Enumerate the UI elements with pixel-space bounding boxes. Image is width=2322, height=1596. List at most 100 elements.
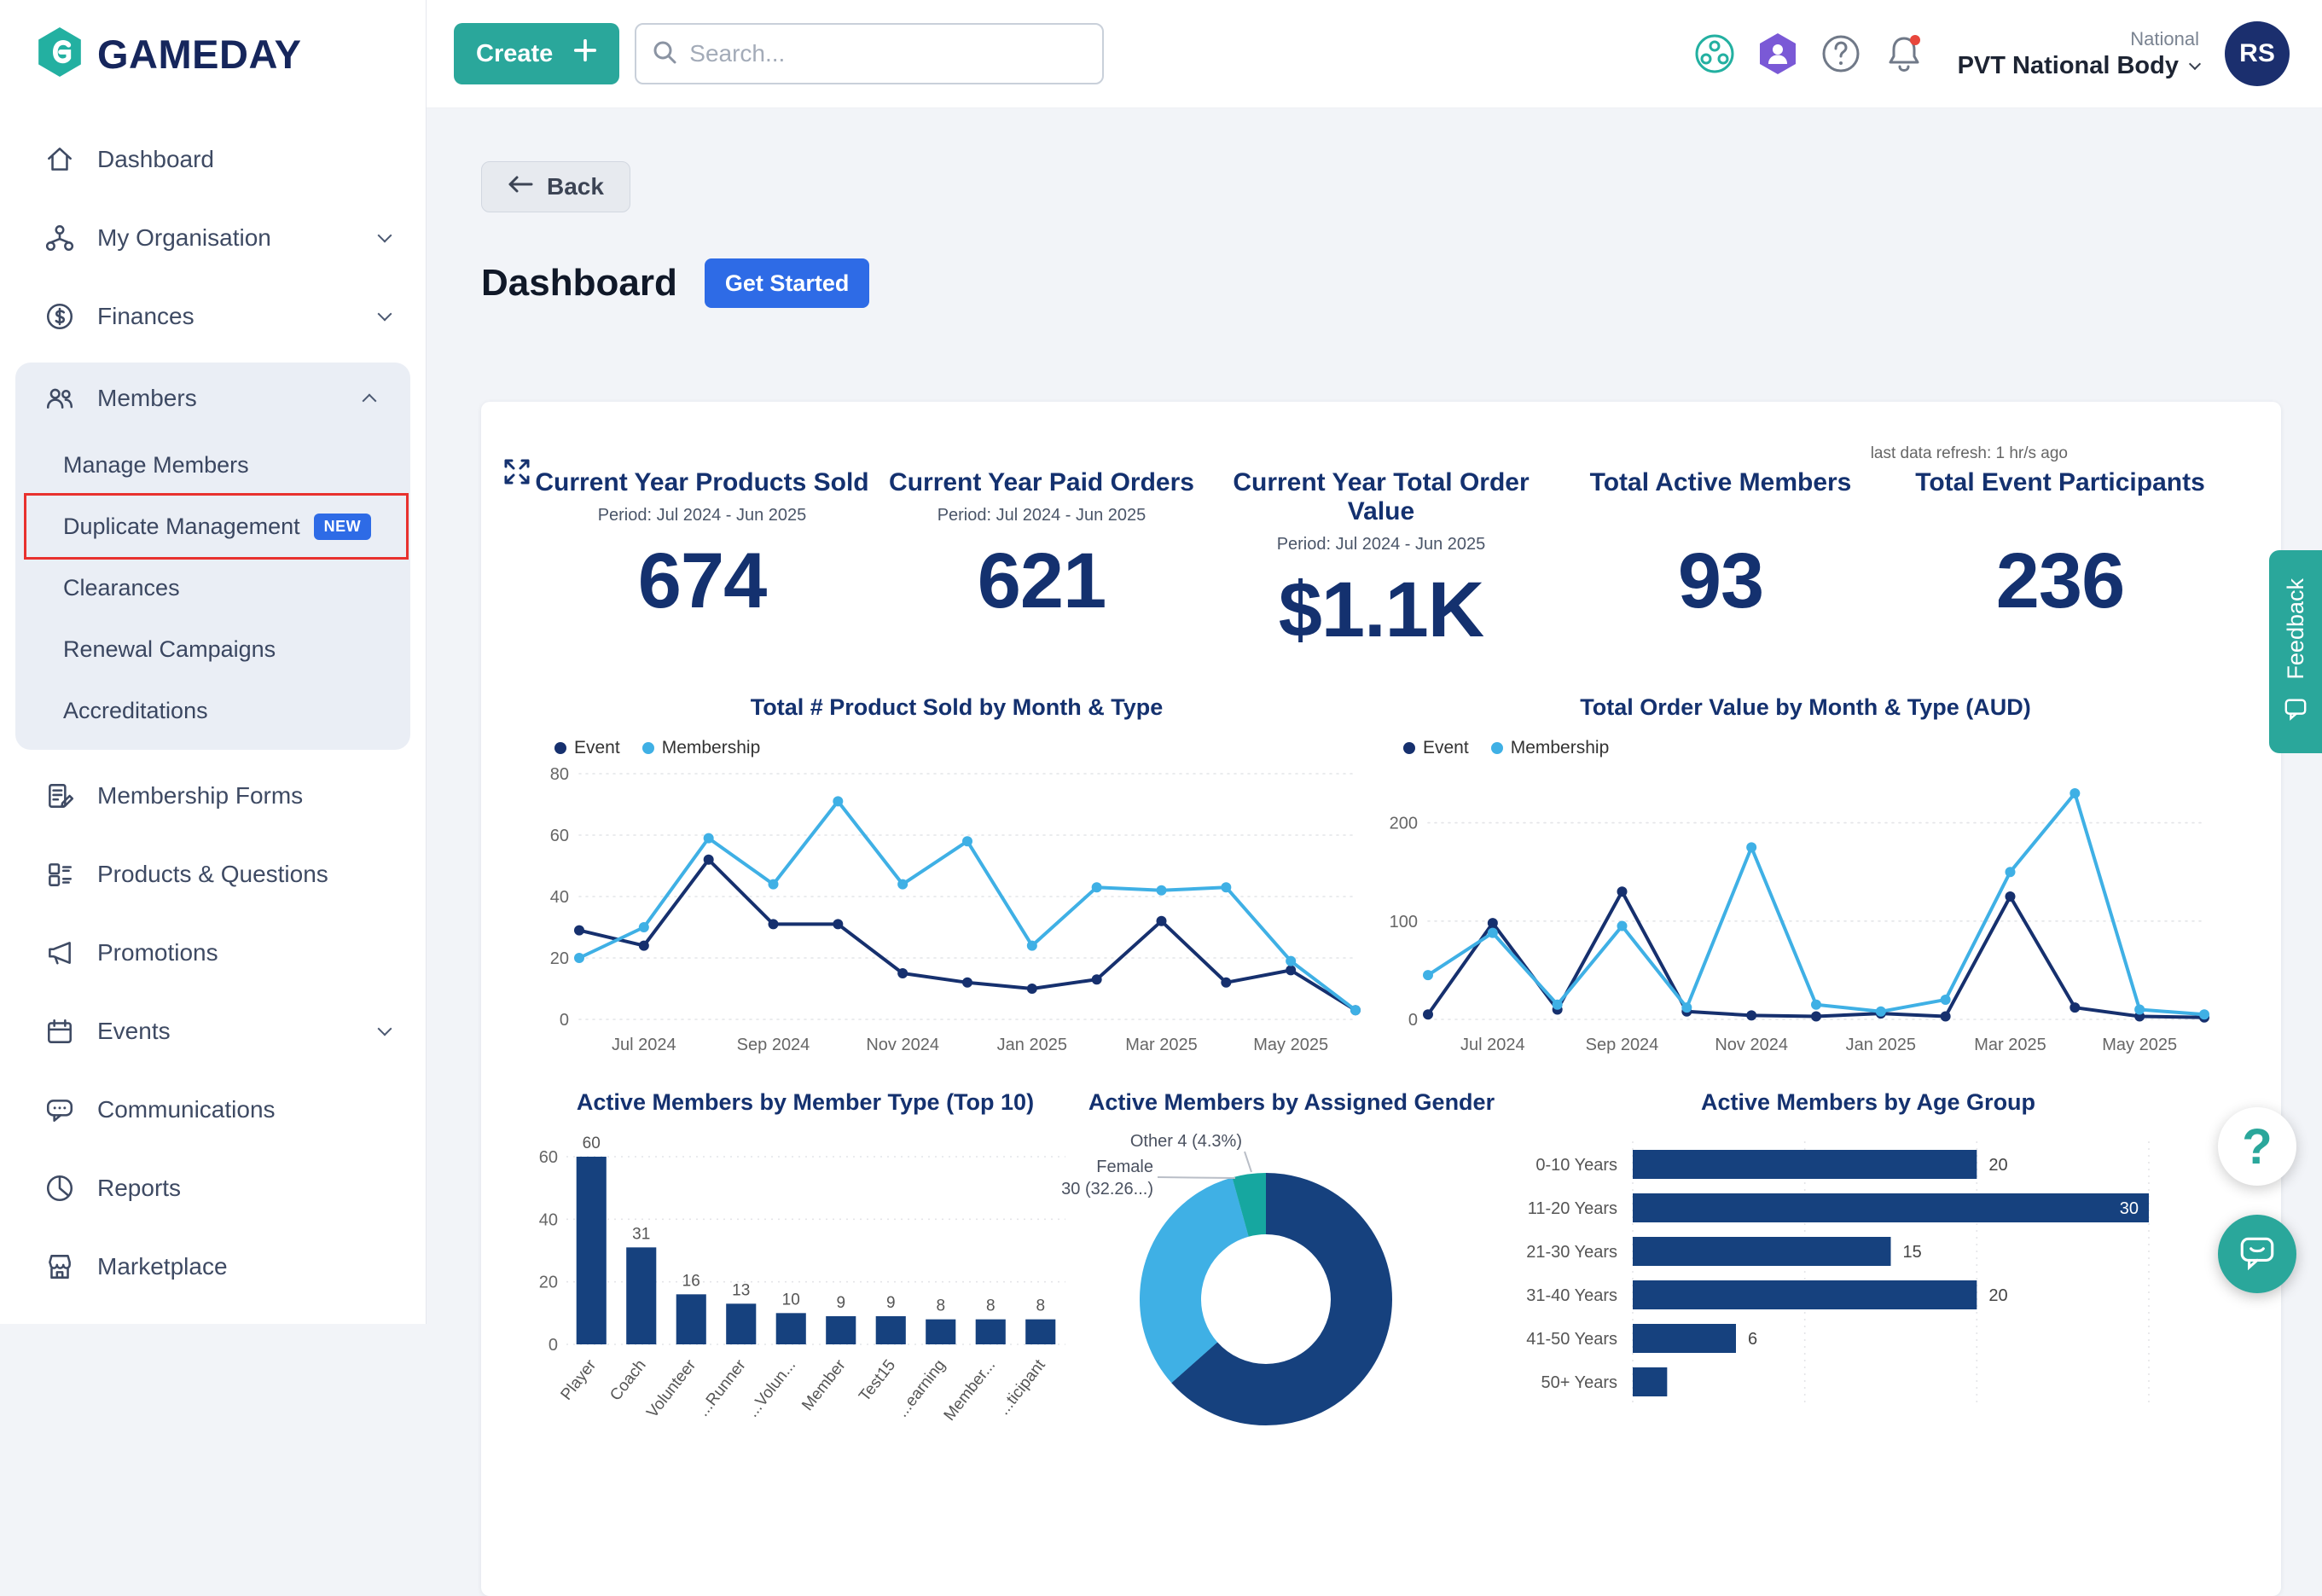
svg-text:0: 0 [1408,1011,1418,1030]
kpi-paid-orders: Current Year Paid Orders Period: Jul 202… [872,468,1211,655]
legend-dot [642,742,654,754]
svg-text:8: 8 [1036,1297,1045,1315]
gender-chart-box: Active Members by Assigned Gender Other … [1078,1089,1505,1423]
legend-item-membership: Membership [642,738,761,758]
legend-item-event: Event [554,738,620,758]
help-icon[interactable] [1818,31,1864,77]
svg-text:20: 20 [1988,1286,2007,1305]
create-button[interactable]: Create [454,23,619,84]
chart-title: Total # Product Sold by Month & Type [532,694,1381,721]
sidebar-item-communications[interactable]: Communications [0,1071,426,1149]
gender-donut-chart: Other 4 (4.3%)Female30 (32.26...) [1078,1124,1505,1423]
sidebar-item-renewal-campaigns[interactable]: Renewal Campaigns [15,618,410,680]
sub-item-label: Accreditations [63,698,208,724]
network-icon[interactable] [1692,31,1738,77]
sidebar-item-membership-forms[interactable]: Membership Forms [0,757,426,835]
kpi-title: Total Active Members [1551,468,1890,497]
sidebar-item-dashboard[interactable]: Dashboard [0,120,426,199]
svg-text:20: 20 [550,949,569,968]
svg-text:May 2025: May 2025 [1253,1036,1328,1054]
sidebar-item-label: Events [97,1018,171,1045]
svg-text:Jan 2025: Jan 2025 [1846,1036,1916,1054]
svg-text:20: 20 [539,1274,558,1292]
dashboard-card: last data refresh: 1 hr/s ago Current Ye… [481,402,2281,1596]
kpi-active-members: Total Active Members 93 [1551,468,1890,655]
help-fab-button[interactable]: ? [2218,1107,2296,1186]
sidebar-item-events[interactable]: Events [0,992,426,1071]
sidebar-item-manage-members[interactable]: Manage Members [15,434,410,496]
svg-text:60: 60 [550,827,569,845]
svg-text:50+ Years: 50+ Years [1541,1373,1617,1392]
kpi-row: Current Year Products Sold Period: Jul 2… [532,468,2230,655]
gameday-logo-icon [36,26,84,82]
sub-item-label: Clearances [63,575,180,601]
notifications-bell-icon[interactable] [1881,31,1927,77]
svg-text:60: 60 [539,1148,558,1167]
organisation-icon [43,223,77,253]
svg-text:Jan 2025: Jan 2025 [997,1036,1067,1054]
search-input[interactable] [689,40,1087,67]
sidebar-item-clearances[interactable]: Clearances [15,557,410,618]
kpi-products-sold: Current Year Products Sold Period: Jul 2… [532,468,872,655]
svg-text:21-30 Years: 21-30 Years [1526,1243,1617,1262]
calendar-icon [43,1016,77,1047]
products-icon [43,859,77,890]
sidebar-item-finances[interactable]: Finances [0,277,426,356]
back-button[interactable]: Back [481,161,630,212]
passport-icon[interactable] [1755,31,1801,77]
feedback-tab[interactable]: Feedback [2269,550,2322,753]
chat-fab-button[interactable] [2218,1215,2296,1293]
sidebar-item-label: Finances [97,303,194,330]
sidebar-item-duplicate-management[interactable]: Duplicate Management NEW [15,496,410,557]
title-row: Dashboard Get Started [481,258,2281,308]
chart-title: Total Order Value by Month & Type (AUD) [1381,694,2230,721]
search-icon [652,39,677,69]
account-region-label: National [1958,28,2199,50]
svg-text:Player: Player [557,1356,600,1404]
sidebar-item-label: Membership Forms [97,782,303,810]
legend-dot [554,742,566,754]
svg-text:...Volun...: ...Volun... [744,1356,799,1420]
svg-text:41-50 Years: 41-50 Years [1526,1330,1617,1349]
kpi-period [1551,506,1890,526]
search-box[interactable] [635,23,1104,84]
svg-text:31: 31 [632,1225,650,1243]
svg-text:Volunteer: Volunteer [643,1356,700,1422]
svg-text:60: 60 [583,1135,601,1152]
kpi-value: 621 [872,537,1211,626]
fullscreen-expand-icon[interactable] [502,456,532,491]
svg-text:...Runner: ...Runner [694,1356,750,1420]
kpi-value: $1.1K [1211,566,1551,655]
sidebar-item-reports[interactable]: Reports [0,1149,426,1227]
sidebar-item-products-questions[interactable]: Products & Questions [0,835,426,914]
account-switcher[interactable]: National PVT National Body [1958,28,2199,80]
sub-item-label: Renewal Campaigns [63,636,276,663]
chat-bubble-icon [43,1094,77,1125]
legend-dot [1491,742,1503,754]
sidebar-item-marketplace[interactable]: Marketplace [0,1227,426,1306]
svg-text:80: 80 [550,765,569,784]
page-title: Dashboard [481,262,677,305]
svg-text:30: 30 [2120,1199,2139,1218]
chat-smiley-icon [2237,1232,2278,1277]
svg-text:Mar 2025: Mar 2025 [1125,1036,1198,1054]
kpi-event-participants: Total Event Participants 236 [1890,468,2230,655]
kpi-period: Period: Jul 2024 - Jun 2025 [872,506,1211,526]
svg-text:Sep 2024: Sep 2024 [1586,1036,1659,1054]
svg-text:100: 100 [1390,913,1418,931]
order-value-line-chart: 0100200Jul 2024Sep 2024Nov 2024Jan 2025M… [1381,762,2226,1060]
svg-text:Nov 2024: Nov 2024 [1715,1036,1788,1054]
avatar[interactable]: RS [2225,21,2290,86]
get-started-button[interactable]: Get Started [705,258,870,308]
sidebar-item-my-organisation[interactable]: My Organisation [0,199,426,277]
sidebar-item-accreditations[interactable]: Accreditations [15,680,410,741]
chart-legend: Event Membership [1403,738,2230,758]
sidebar-item-members[interactable]: Members [15,363,410,434]
age-group-bar-chart: 0-10 Years2011-20 Years3021-30 Years1531… [1505,1124,2232,1414]
kpi-period: Period: Jul 2024 - Jun 2025 [1211,535,1551,555]
sidebar-nav: Dashboard My Organisation Finances Membe… [0,108,426,1306]
sidebar-item-promotions[interactable]: Promotions [0,914,426,992]
svg-text:13: 13 [732,1281,750,1299]
back-button-label: Back [547,173,604,200]
gameday-logo[interactable]: GAMEDAY [0,0,426,108]
